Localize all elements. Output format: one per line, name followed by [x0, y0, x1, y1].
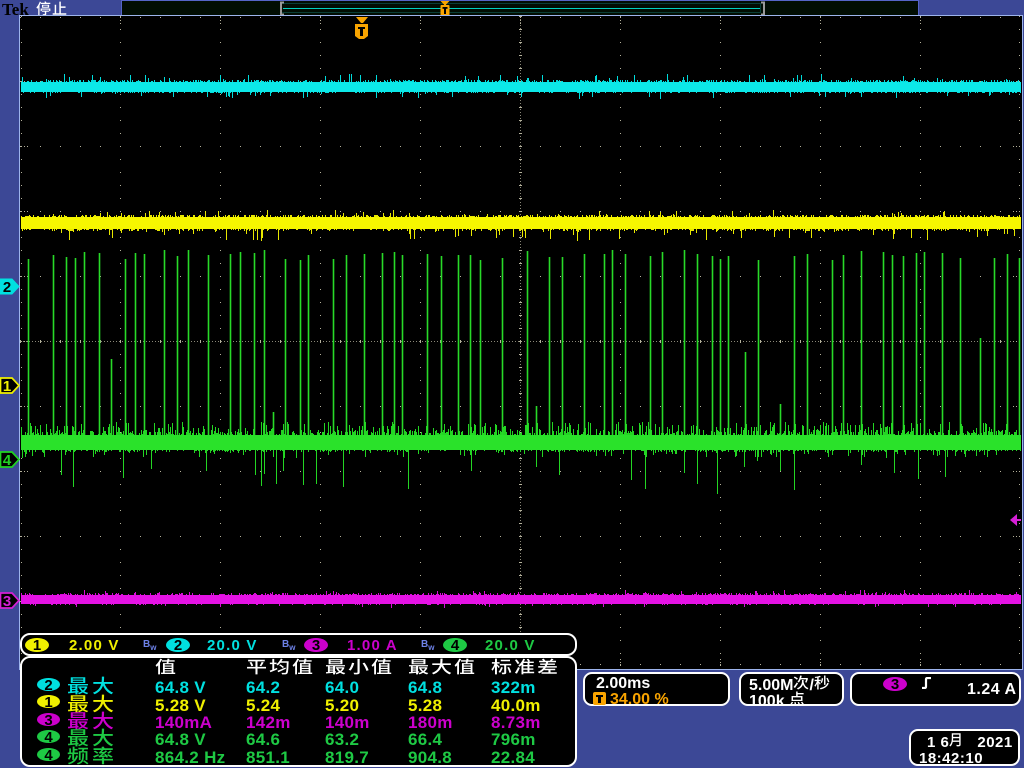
svg-text:3: 3: [3, 593, 11, 610]
svg-text:2: 2: [3, 279, 11, 296]
svg-text:4: 4: [451, 637, 460, 653]
svg-text:1: 1: [33, 637, 41, 653]
svg-text:3: 3: [312, 637, 320, 653]
svg-text:4: 4: [3, 452, 12, 469]
svg-text:4: 4: [44, 729, 53, 744]
svg-text:1: 1: [3, 378, 11, 395]
svg-text:2: 2: [174, 637, 182, 653]
svg-text:2: 2: [44, 677, 52, 692]
svg-text:1: 1: [44, 694, 52, 709]
svg-text:3: 3: [44, 712, 52, 727]
svg-text:3: 3: [891, 676, 899, 692]
svg-text:4: 4: [44, 747, 53, 762]
